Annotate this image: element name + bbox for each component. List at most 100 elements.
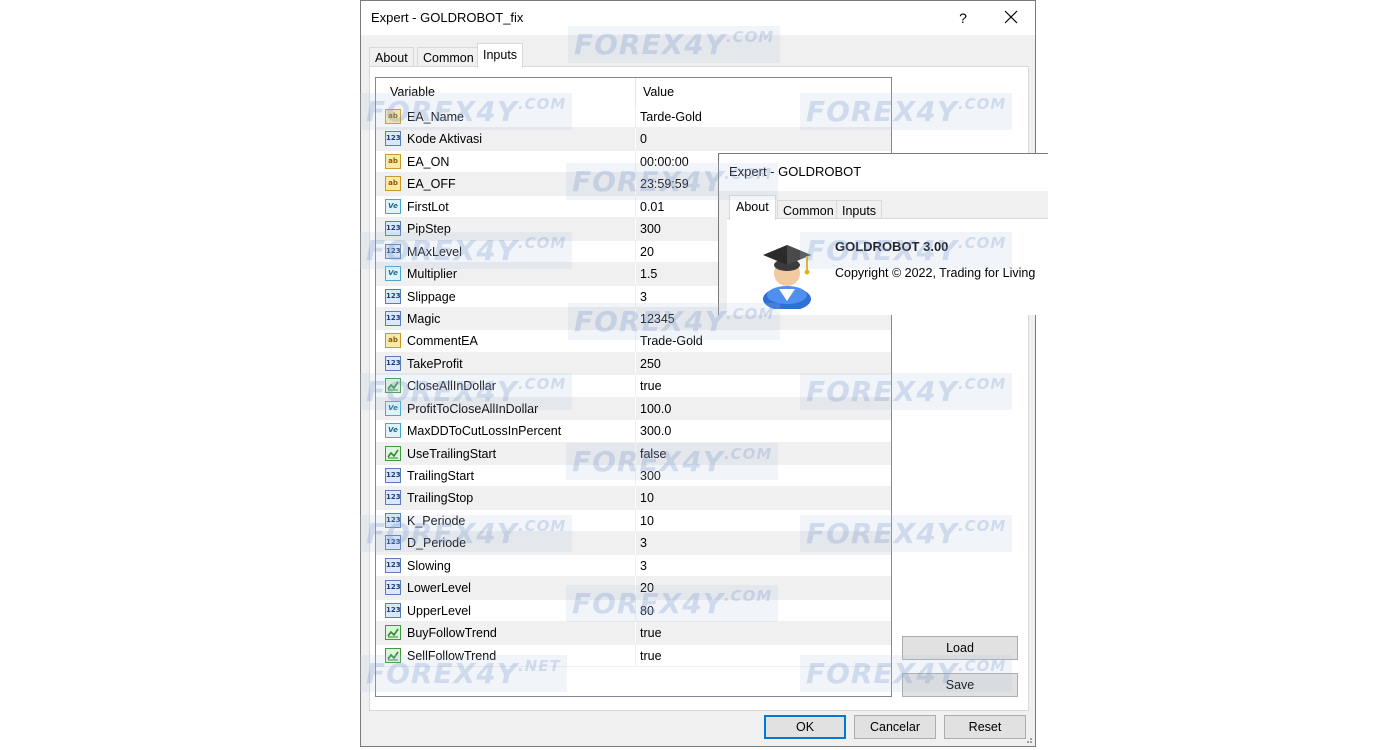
- variable-value[interactable]: 12345: [640, 312, 675, 326]
- table-row[interactable]: 123 LowerLevel 20: [376, 577, 891, 600]
- ok-button[interactable]: OK: [764, 715, 846, 739]
- table-row[interactable]: Ve ProfitToCloseAllInDollar 100.0: [376, 397, 891, 421]
- table-row[interactable]: ab CommentEA Trade-Gold: [376, 330, 891, 353]
- column-header-value[interactable]: Value: [643, 85, 674, 99]
- boolean-type-icon: [385, 378, 401, 394]
- string-type-icon: ab: [385, 176, 401, 192]
- table-row[interactable]: 123 TakeProfit 250: [376, 352, 891, 376]
- overlay-tab-about[interactable]: About: [729, 195, 776, 220]
- overlay-title-bar[interactable]: Expert - GOLDROBOT: [719, 154, 1048, 191]
- variable-value[interactable]: 0: [640, 132, 647, 146]
- column-divider: [635, 420, 636, 442]
- integer-type-icon: 123: [385, 310, 401, 326]
- column-header-variable[interactable]: Variable: [390, 85, 435, 99]
- variable-name: EA_ON: [407, 154, 450, 169]
- integer-type-icon: 123: [385, 243, 401, 259]
- tab-inputs[interactable]: Inputs: [477, 43, 524, 68]
- close-button[interactable]: [997, 6, 1025, 30]
- variable-value[interactable]: 3: [640, 290, 647, 304]
- table-header: Variable Value: [376, 78, 891, 106]
- column-divider: [635, 218, 636, 240]
- variable-name: Slowing: [407, 558, 451, 573]
- variable-name: TrailingStop: [407, 491, 474, 506]
- reset-button[interactable]: Reset: [944, 715, 1026, 739]
- column-divider: [635, 150, 636, 173]
- integer-type-icon: 123: [385, 355, 401, 371]
- variable-value[interactable]: 300.0: [640, 424, 671, 438]
- variable-value[interactable]: 3: [640, 536, 647, 550]
- column-divider: [635, 173, 636, 195]
- table-row[interactable]: Ve MaxDDToCutLossInPercent 300.0: [376, 420, 891, 443]
- column-divider[interactable]: [635, 78, 636, 106]
- tab-common[interactable]: Common: [417, 47, 480, 67]
- column-divider: [635, 622, 636, 644]
- integer-type-icon: 123: [385, 557, 401, 573]
- variable-name: Slippage: [407, 289, 456, 304]
- tab-about[interactable]: About: [369, 47, 414, 67]
- overlay-tab-common[interactable]: Common: [777, 200, 840, 220]
- table-row[interactable]: SellFollowTrend true: [376, 644, 891, 667]
- variable-value[interactable]: 10: [640, 514, 654, 528]
- column-divider: [635, 352, 636, 375]
- variable-value[interactable]: 300: [640, 469, 661, 483]
- table-row[interactable]: ab EA_Name Tarde-Gold: [376, 106, 891, 129]
- help-button[interactable]: ?: [951, 7, 975, 29]
- table-row[interactable]: 123 D_Periode 3: [376, 532, 891, 555]
- variable-name: UseTrailingStart: [407, 446, 497, 461]
- boolean-type-icon: [385, 445, 401, 461]
- variable-name: Magic: [407, 311, 441, 326]
- variable-value[interactable]: true: [640, 379, 662, 393]
- variable-value[interactable]: 300: [640, 222, 661, 236]
- column-divider: [635, 128, 636, 150]
- table-row[interactable]: CloseAllInDollar true: [376, 375, 891, 398]
- integer-type-icon: 123: [385, 535, 401, 551]
- table-row[interactable]: 123 Kode Aktivasi 0: [376, 128, 891, 151]
- variable-value[interactable]: 10: [640, 491, 654, 505]
- cancel-button[interactable]: Cancelar: [854, 715, 936, 739]
- variable-name: TakeProfit: [407, 356, 463, 371]
- table-row[interactable]: 123 UpperLevel 80: [376, 599, 891, 623]
- table-row[interactable]: 123 K_Periode 10: [376, 509, 891, 533]
- boolean-type-icon: [385, 647, 401, 663]
- column-divider: [635, 307, 636, 330]
- variable-value[interactable]: 1.5: [640, 267, 657, 281]
- column-divider: [635, 465, 636, 487]
- column-divider: [635, 240, 636, 263]
- variable-value[interactable]: false: [640, 447, 666, 461]
- load-button[interactable]: Load: [902, 636, 1018, 660]
- variable-value[interactable]: 80: [640, 604, 654, 618]
- table-row[interactable]: UseTrailingStart false: [376, 442, 891, 465]
- table-row[interactable]: 123 TrailingStop 10: [376, 487, 891, 510]
- variable-value[interactable]: true: [640, 626, 662, 640]
- variable-value[interactable]: Trade-Gold: [640, 334, 703, 348]
- variable-value[interactable]: true: [640, 649, 662, 663]
- save-button[interactable]: Save: [902, 673, 1018, 697]
- double-type-icon: Ve: [385, 400, 401, 416]
- table-row[interactable]: BuyFollowTrend true: [376, 622, 891, 645]
- table-row[interactable]: 123 Slowing 3: [376, 554, 891, 578]
- variable-value[interactable]: 0.01: [640, 200, 664, 214]
- column-divider: [635, 442, 636, 464]
- variable-value[interactable]: 250: [640, 357, 661, 371]
- variable-value[interactable]: 20: [640, 245, 654, 259]
- string-type-icon: ab: [385, 109, 401, 124]
- column-divider: [635, 106, 636, 128]
- variable-name: LowerLevel: [407, 581, 471, 596]
- column-divider: [635, 330, 636, 352]
- overlay-tab-inputs[interactable]: Inputs: [836, 200, 883, 220]
- boolean-type-icon: [385, 625, 401, 641]
- variable-value[interactable]: 3: [640, 559, 647, 573]
- resize-grip-icon[interactable]: [1023, 734, 1033, 744]
- variable-name: UpperLevel: [407, 603, 471, 618]
- expert-about-dialog: Expert - GOLDROBOT About Common Inputs G…: [718, 153, 1048, 315]
- integer-type-icon: 123: [385, 580, 401, 596]
- table-row[interactable]: 123 TrailingStart 300: [376, 465, 891, 488]
- variable-name: BuyFollowTrend: [407, 626, 497, 641]
- column-divider: [635, 263, 636, 285]
- title-bar[interactable]: Expert - GOLDROBOT_fix ?: [361, 1, 1035, 35]
- variable-value[interactable]: 100.0: [640, 402, 671, 416]
- variable-value[interactable]: 00:00:00: [640, 155, 689, 169]
- variable-value[interactable]: 23:59:59: [640, 177, 689, 191]
- variable-value[interactable]: 20: [640, 581, 654, 595]
- variable-value[interactable]: Tarde-Gold: [640, 110, 702, 124]
